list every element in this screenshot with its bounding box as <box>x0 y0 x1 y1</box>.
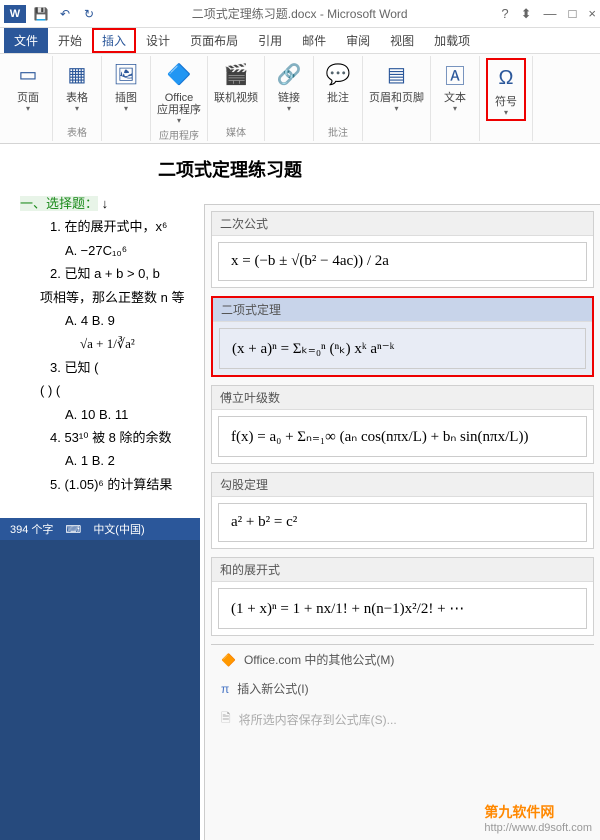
more-equations-office[interactable]: 🔶 Office.com 中的其他公式(M) <box>211 645 594 674</box>
illustrations-button[interactable]: 🖼 插图 ▾ <box>108 58 144 113</box>
close-icon[interactable]: × <box>588 6 596 22</box>
chevron-down-icon: ▾ <box>453 104 457 113</box>
omega-icon: Ω <box>490 62 522 94</box>
links-button[interactable]: 🔗 链接 ▾ <box>271 58 307 113</box>
tab-layout[interactable]: 页面布局 <box>180 28 248 53</box>
spell-check-icon[interactable]: ⌨ <box>65 523 81 536</box>
ribbon-options-icon[interactable]: ⬍ <box>521 6 532 22</box>
tab-insert[interactable]: 插入 <box>92 28 136 53</box>
textbox-icon: 🄰 <box>439 58 471 90</box>
pages-button[interactable]: ▭ 页面 ▾ <box>10 58 46 113</box>
header-icon: ▤ <box>381 58 413 90</box>
insert-new-equation[interactable]: π 插入新公式(I) <box>211 674 594 703</box>
tab-references[interactable]: 引用 <box>248 28 292 53</box>
background-panel <box>0 540 200 840</box>
chevron-down-icon: ▾ <box>124 104 128 113</box>
symbols-button[interactable]: Ω 符号 ▾ <box>486 58 526 121</box>
word-app-icon: W <box>4 5 26 23</box>
minimize-icon[interactable]: — <box>544 6 557 22</box>
tab-mailings[interactable]: 邮件 <box>292 28 336 53</box>
save-icon[interactable]: 💾 <box>32 5 50 23</box>
chevron-down-icon: ▾ <box>26 104 30 113</box>
comments-button[interactable]: 💬 批注 <box>320 58 356 104</box>
tab-file[interactable]: 文件 <box>4 28 48 53</box>
gallery-quadratic[interactable]: 二次公式 x = (−b ± √(b² − 4ac)) / 2a <box>211 211 594 288</box>
office-icon: 🔶 <box>221 653 236 667</box>
save-selection-icon: 🗎 <box>221 709 231 730</box>
table-icon: ▦ <box>61 58 93 90</box>
undo-icon[interactable]: ↶ <box>56 5 74 23</box>
pages-icon: ▭ <box>12 58 44 90</box>
gallery-fourier[interactable]: 傅立叶级数 f(x) = a₀ + Σₙ₌₁∞ (aₙ cos(nπx/L) +… <box>211 385 594 464</box>
document-title: 二项式定理练习题 <box>20 156 440 182</box>
tab-addins[interactable]: 加载项 <box>424 28 480 53</box>
chevron-down-icon: ▾ <box>75 104 79 113</box>
picture-icon: 🖼 <box>110 58 142 90</box>
watermark: 第九软件网 http://www.d9soft.com <box>484 802 592 834</box>
gallery-pythagoras[interactable]: 勾股定理 a² + b² = c² <box>211 472 594 549</box>
chevron-down-icon: ▾ <box>504 108 508 117</box>
text-button[interactable]: 🄰 文本 ▾ <box>437 58 473 113</box>
word-count[interactable]: 394 个字 <box>10 521 53 537</box>
tab-view[interactable]: 视图 <box>380 28 424 53</box>
office-apps-button[interactable]: 🔷 Office 应用程序 ▾ <box>157 58 201 125</box>
online-video-button[interactable]: 🎬 联机视频 <box>214 58 258 104</box>
language-status[interactable]: 中文(中国) <box>93 521 144 537</box>
link-icon: 🔗 <box>273 58 305 90</box>
gallery-binomial[interactable]: 二项式定理 (x + a)ⁿ = Σₖ₌₀ⁿ (ⁿₖ) xᵏ aⁿ⁻ᵏ <box>211 296 594 377</box>
tables-button[interactable]: ▦ 表格 ▾ <box>59 58 95 113</box>
window-title: 二项式定理练习题.docx - Microsoft Word <box>98 5 501 22</box>
tab-design[interactable]: 设计 <box>136 28 180 53</box>
tab-home[interactable]: 开始 <box>48 28 92 53</box>
tab-review[interactable]: 审阅 <box>336 28 380 53</box>
header-footer-button[interactable]: ▤ 页眉和页脚 ▾ <box>369 58 424 113</box>
maximize-icon[interactable]: □ <box>569 6 577 22</box>
comment-icon: 💬 <box>322 58 354 90</box>
help-icon[interactable]: ? <box>501 6 508 22</box>
chevron-down-icon: ▾ <box>177 116 181 125</box>
section-heading: 一、选择题： <box>20 196 98 211</box>
chevron-down-icon: ▾ <box>394 104 398 113</box>
save-to-gallery: 🗎 将所选内容保存到公式库(S)... <box>211 703 594 736</box>
redo-icon[interactable]: ↻ <box>80 5 98 23</box>
gallery-expansion[interactable]: 和的展开式 (1 + x)ⁿ = 1 + nx/1! + n(n−1)x²/2!… <box>211 557 594 636</box>
pi-icon: π <box>221 682 229 696</box>
chevron-down-icon: ▾ <box>287 104 291 113</box>
video-icon: 🎬 <box>220 58 252 90</box>
apps-icon: 🔷 <box>163 58 195 90</box>
